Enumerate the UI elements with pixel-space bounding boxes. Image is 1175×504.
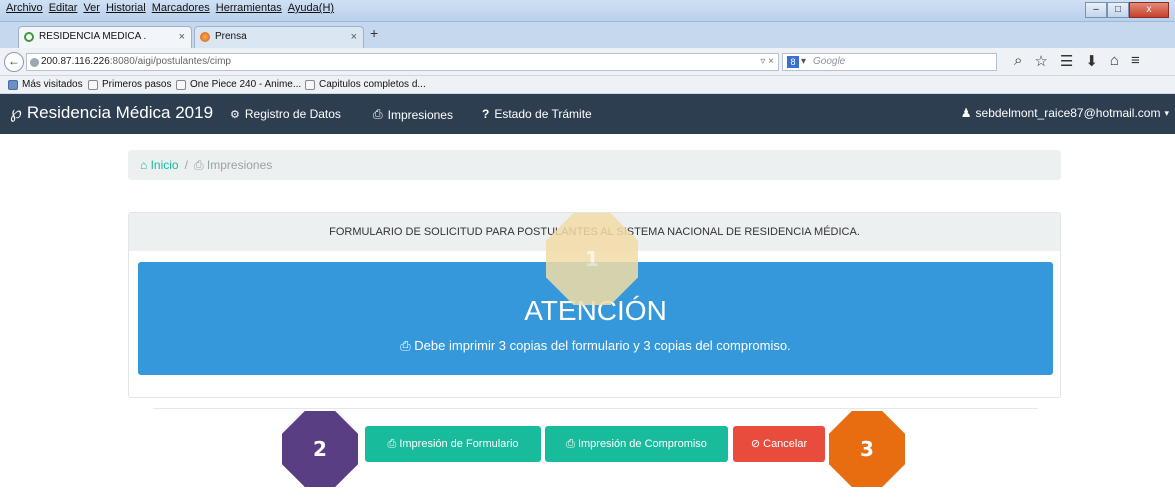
nav-label: Impresiones: [387, 107, 453, 122]
firefox-icon: [200, 32, 210, 42]
nav-impresiones[interactable]: ⎙ Impresiones: [373, 107, 453, 122]
menu-ver[interactable]: Ver: [83, 2, 100, 14]
print-icon: ⎙: [400, 338, 411, 353]
url-controls[interactable]: ▿ ×: [760, 54, 774, 70]
bookmark-icon: [176, 79, 186, 90]
alert-message: ⎙ Debe imprimir 3 copias del formulario …: [400, 338, 791, 353]
tab-residencia[interactable]: RESIDENCIA MEDICA . ×: [18, 26, 192, 48]
close-window-button[interactable]: x: [1129, 2, 1169, 18]
breadcrumb-home[interactable]: ⌂ Inicio: [140, 150, 179, 180]
bookmark-label: Primeros pasos: [102, 79, 172, 90]
site-navbar: ℘ Residencia Médica 2019 ⚙ Registro de D…: [0, 94, 1175, 134]
breadcrumb: ⌂ Inicio / ⎙ Impresiones: [128, 150, 1061, 180]
cogs-icon: ⚙: [230, 108, 240, 121]
print-commitment-button[interactable]: ⎙ Impresión de Compromiso: [545, 426, 728, 462]
reading-list-icon[interactable]: ☰: [1060, 52, 1073, 70]
breadcrumb-separator: /: [184, 158, 188, 172]
menu-editar[interactable]: Editar: [49, 2, 78, 14]
bookmark-star-icon[interactable]: ☆: [1034, 52, 1047, 70]
bookmarks-bar: Más visitados Primeros pasos One Piece 2…: [0, 76, 1175, 94]
bookmark-icon: [305, 79, 315, 90]
bookmark-icon: [88, 79, 98, 90]
search-icon[interactable]: ⌕: [1014, 52, 1022, 70]
url-host: 200.87.116.226: [41, 56, 110, 67]
menu-marcadores[interactable]: Marcadores: [152, 2, 210, 14]
print-form-button[interactable]: ⎙ Impresión de Formulario: [365, 426, 541, 462]
menu-bar: Archivo Editar Ver Historial Marcadores …: [6, 2, 334, 14]
home-icon[interactable]: ⌂: [1110, 52, 1119, 70]
search-input[interactable]: 8 ▾ Google: [782, 53, 997, 71]
user-email: sebdelmont_raice87@hotmail.com: [975, 106, 1161, 120]
close-tab-icon[interactable]: ×: [179, 27, 185, 47]
print-icon: ⎙: [193, 158, 204, 172]
ban-icon: ⊘: [750, 438, 761, 450]
menu-archivo[interactable]: Archivo: [6, 2, 43, 14]
menu-icon[interactable]: ≡: [1131, 52, 1140, 70]
nav-estado-tramite[interactable]: ? Estado de Trámite: [482, 107, 592, 121]
bookmark-label: One Piece 240 - Anime...: [190, 79, 302, 90]
print-icon: ⎙: [373, 107, 383, 121]
chevron-down-icon[interactable]: ▾: [801, 54, 806, 70]
menu-herramientas[interactable]: Herramientas: [216, 2, 282, 14]
back-button[interactable]: ←: [4, 52, 24, 72]
bookmark-item[interactable]: One Piece 240 - Anime...: [176, 79, 301, 90]
bookmark-label: Más visitados: [22, 79, 83, 90]
tab-title: RESIDENCIA MEDICA .: [39, 31, 147, 42]
breadcrumb-current: ⎙ Impresiones: [193, 158, 273, 172]
maximize-button[interactable]: □: [1107, 2, 1129, 18]
brand[interactable]: ℘ Residencia Médica 2019: [10, 103, 213, 123]
loading-icon: [24, 32, 34, 42]
tab-prensa[interactable]: Prensa ×: [194, 26, 364, 48]
new-tab-button[interactable]: +: [370, 25, 378, 41]
browser-toolbar: ← 200.87.116.226:8080/aigi/postulantes/c…: [0, 48, 1175, 76]
toolbar-icons: ⌕ ☆ ☰ ⬇ ⌂ ≡: [1014, 52, 1140, 70]
address-bar[interactable]: 200.87.116.226:8080/aigi/postulantes/cim…: [26, 53, 779, 71]
close-tab-icon[interactable]: ×: [351, 27, 357, 47]
question-icon: ?: [482, 107, 490, 121]
brand-title: Residencia Médica 2019: [26, 103, 214, 122]
nav-label: Registro de Datos: [244, 107, 341, 121]
caret-down-icon: ▾: [1164, 107, 1169, 118]
tab-bar: RESIDENCIA MEDICA . × Prensa ×: [0, 22, 1175, 48]
print-icon: ⎙: [387, 438, 397, 450]
bookmark-label: Capitulos completos d...: [319, 79, 426, 90]
globe-icon: [30, 58, 39, 67]
callout-marker-3: 3: [829, 411, 905, 487]
stethoscope-icon: ℘: [10, 103, 22, 122]
title-bar: Archivo Editar Ver Historial Marcadores …: [0, 0, 1175, 22]
nav-registro-datos[interactable]: ⚙ Registro de Datos: [230, 107, 341, 121]
menu-ayuda[interactable]: Ayuda(H): [288, 2, 334, 14]
user-icon: ♟: [960, 106, 972, 120]
minimize-button[interactable]: –: [1085, 2, 1107, 18]
nav-label: Estado de Trámite: [494, 107, 592, 121]
bookmark-item[interactable]: Capitulos completos d...: [305, 79, 426, 90]
divider: [153, 408, 1038, 409]
tab-title: Prensa: [215, 31, 247, 42]
callout-marker-2: 2: [282, 411, 358, 487]
download-icon[interactable]: ⬇: [1085, 52, 1098, 70]
print-icon: ⎙: [566, 438, 575, 450]
user-menu[interactable]: ♟ sebdelmont_raice87@hotmail.com ▾: [961, 106, 1169, 120]
url-path: :8080/aigi/postulantes/cimp: [109, 56, 231, 67]
cancel-button[interactable]: ⊘ Cancelar: [733, 426, 825, 462]
home-icon: ⌂: [140, 158, 148, 172]
bookmark-item[interactable]: Más visitados: [8, 79, 83, 90]
bookmark-icon: [8, 79, 18, 90]
window-controls: – □ x: [1085, 2, 1169, 18]
bookmark-item[interactable]: Primeros pasos: [88, 79, 171, 90]
search-placeholder: Google: [813, 56, 846, 67]
search-engine-icon[interactable]: 8: [787, 56, 799, 68]
menu-historial[interactable]: Historial: [106, 2, 146, 14]
